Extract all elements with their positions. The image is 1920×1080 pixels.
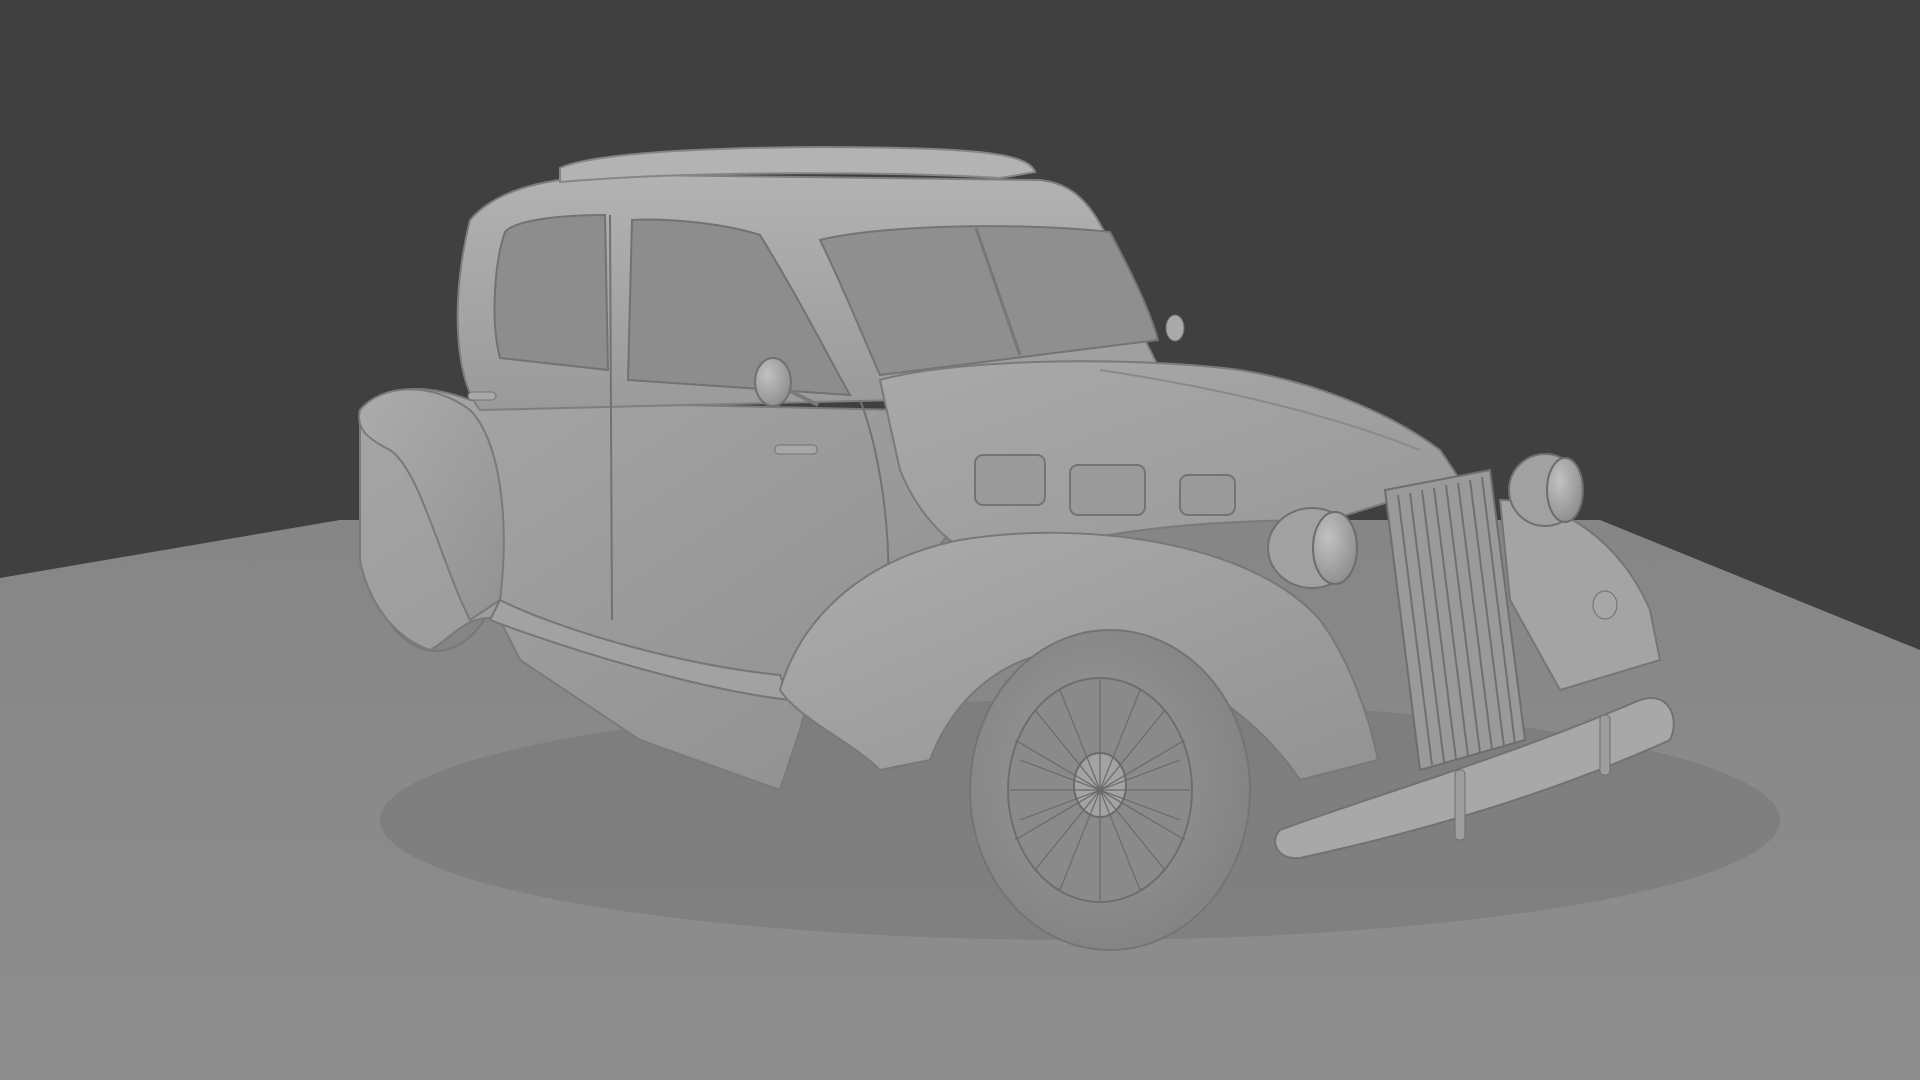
rear-window [493,213,610,372]
front-wheel [969,629,1251,951]
left-headlamp [1267,507,1358,589]
fender-lamp [1592,590,1618,620]
front-door-handle [774,444,818,455]
right-headlamp [1508,453,1584,527]
render-viewport [0,0,1920,1080]
rear-door-handle [467,391,497,401]
windshield-mirror [1165,314,1185,342]
